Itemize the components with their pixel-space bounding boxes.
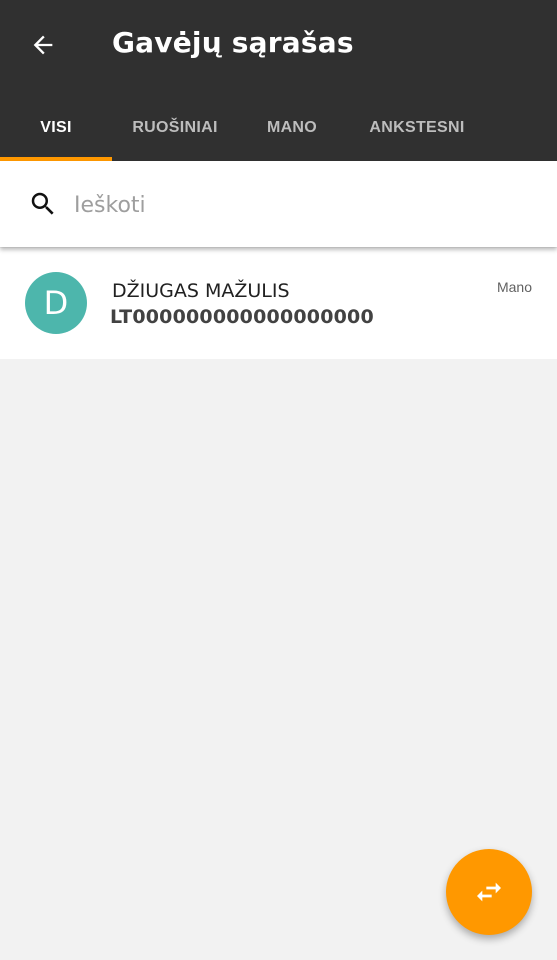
recipient-badge: Mano — [496, 279, 532, 295]
tab-ruosiniai[interactable]: RUOŠINIAI — [112, 94, 238, 161]
transfer-fab-button[interactable] — [446, 849, 532, 935]
recipient-list-item[interactable]: D DŽIUGAS MAŽULIS LT000000000000000000 M… — [0, 248, 557, 359]
page-title: Gavėjų sąrašas — [112, 26, 354, 59]
app-bar: Gavėjų sąrašas VISI RUOŠINIAI MANO ANKST… — [0, 0, 557, 161]
avatar: D — [25, 272, 87, 334]
app-screen: Gavėjų sąrašas VISI RUOŠINIAI MANO ANKST… — [0, 0, 557, 960]
tab-bar: VISI RUOŠINIAI MANO ANKSTESNI — [0, 94, 557, 161]
tab-mano[interactable]: MANO — [238, 94, 346, 161]
tab-ankstesni[interactable]: ANKSTESNI — [346, 94, 488, 161]
arrow-left-icon — [33, 35, 53, 55]
recipient-account-number: LT000000000000000000 — [110, 306, 374, 328]
tab-visi[interactable]: VISI — [0, 94, 112, 161]
search-input[interactable] — [74, 185, 534, 225]
search-icon — [31, 192, 54, 215]
search-bar — [0, 161, 557, 247]
recipient-name: DŽIUGAS MAŽULIS — [112, 280, 290, 302]
swap-arrows-icon — [477, 882, 501, 902]
back-button[interactable] — [22, 24, 64, 66]
